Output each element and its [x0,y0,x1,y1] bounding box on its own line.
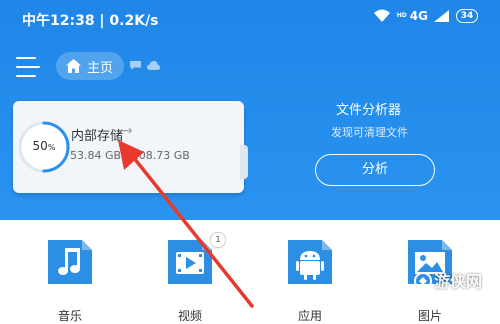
chat-icon[interactable] [130,61,141,70]
signal-icon [434,10,449,22]
video-icon [168,240,212,284]
storage-percent-value: 50 [32,139,48,153]
arrow-right-icon: → [121,123,133,139]
home-tab-label: 主页 [87,61,114,76]
battery-indicator: 34 [456,9,478,23]
file-analyzer-subtitle: 发现可清理文件 [331,126,408,139]
category-label: 视频 [177,309,202,323]
cloud-icon[interactable] [147,61,160,70]
storage-title: 内部存储 [71,129,124,144]
menu-line [16,57,36,59]
category-label: 应用 [297,309,322,323]
home-tab[interactable]: 主页 [56,52,124,80]
status-bar: 中午12:38 | 0.2K/s HD 4G 34 [0,0,500,34]
storage-usage: 53.84 GB / 108.73 GB [70,149,190,162]
internal-storage-card[interactable]: 50% 内部存储 → 53.84 GB / 108.73 GB [13,101,248,193]
category-label: 音乐 [57,309,82,323]
watermark-logo-icon [414,272,432,290]
card-edge-tab [240,145,248,179]
file-analyzer-title: 文件分析器 [336,103,402,118]
analyze-button[interactable]: 分析 [315,154,435,186]
network-type: 4G [409,9,428,23]
status-time: 中午12:38 | 0.2K/s [22,13,159,29]
menu-line [16,66,40,68]
menu-button[interactable] [16,57,40,77]
storage-percent: 50% [16,139,72,153]
menu-line [16,75,36,77]
storage-percent-unit: % [47,143,56,152]
music-icon [48,240,92,284]
watermark-text: 游侠网 [434,272,483,291]
watermark: 游侠网 [414,270,494,320]
home-icon [66,59,81,73]
status-indicators: HD 4G 34 [373,9,478,23]
hd-label: HD [396,12,407,19]
wifi-icon [373,9,390,22]
android-icon [288,240,332,284]
notification-badge: 1 [210,232,226,248]
